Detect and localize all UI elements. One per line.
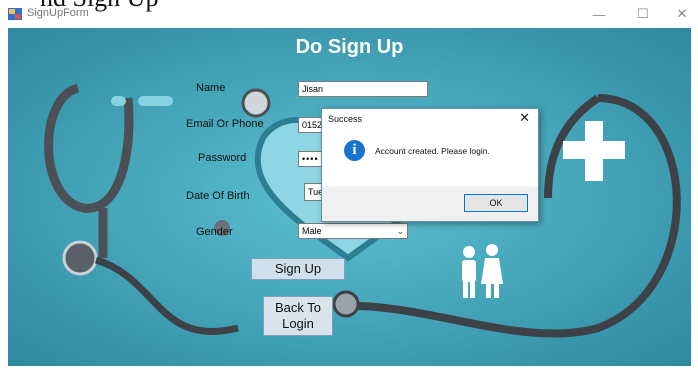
dialog-footer: OK: [322, 186, 538, 221]
gender-selected-value: Male: [302, 226, 322, 236]
dialog-close-button[interactable]: ✕: [519, 110, 530, 126]
name-input[interactable]: Jisan: [298, 81, 428, 97]
signup-window: SignUpForm — ☐ ✕ Do Sign Up Name Jisan E…: [0, 0, 698, 373]
caption-text: nd Sign Up: [40, 0, 158, 13]
ok-button[interactable]: OK: [464, 194, 528, 212]
form-client-area: Do Sign Up Name Jisan Email Or Phone 015…: [8, 28, 691, 366]
name-label: Name: [196, 82, 226, 94]
dialog-message: Account created. Please login.: [375, 146, 490, 156]
dialog-title: Success: [328, 114, 363, 124]
gender-label: Gender: [196, 226, 233, 238]
chevron-down-icon[interactable]: ⌄: [396, 224, 404, 238]
sign-up-button[interactable]: Sign Up: [251, 258, 345, 280]
success-message-box: Success ✕ i Account created. Please logi…: [321, 108, 539, 222]
app-icon: [8, 8, 22, 20]
form-heading: Do Sign Up: [295, 36, 404, 58]
info-icon: i: [344, 140, 365, 161]
back-button-line2: Login: [282, 316, 314, 331]
gender-select[interactable]: Male ⌄: [298, 223, 408, 239]
maximize-button[interactable]: ☐: [628, 4, 658, 24]
minimize-button[interactable]: —: [584, 4, 614, 24]
password-label: Password: [198, 152, 247, 164]
back-to-login-button[interactable]: Back To Login: [263, 296, 333, 336]
email-phone-label: Email Or Phone: [186, 118, 264, 130]
back-button-line1: Back To: [274, 300, 321, 315]
close-button[interactable]: ✕: [667, 4, 697, 24]
date-of-birth-label: Date Of Birth: [186, 190, 250, 202]
